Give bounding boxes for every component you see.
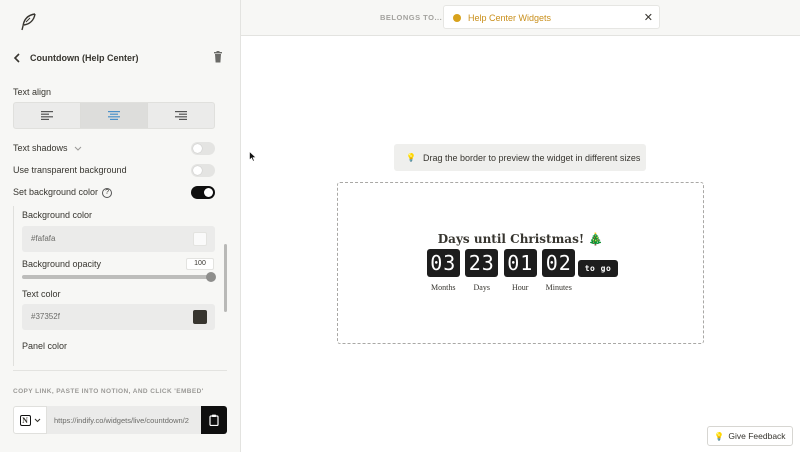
- clipboard-icon: [209, 414, 219, 426]
- toggle-knob: [193, 166, 202, 175]
- chevron-down-icon[interactable]: [74, 146, 82, 152]
- widget-preview[interactable]: Days until Christmas! 🎄 03 Months 23 Day…: [337, 182, 704, 344]
- countdown-digits: 01: [503, 249, 537, 277]
- notion-select-button[interactable]: N: [13, 406, 47, 434]
- sidebar: Countdown (Help Center) Text align Text …: [0, 0, 241, 452]
- countdown-digits: 23: [465, 249, 499, 277]
- text-color-hex: #37352f: [31, 312, 60, 321]
- countdown-unit: 23 Days: [463, 249, 502, 292]
- copy-button[interactable]: [201, 406, 227, 434]
- align-left-button[interactable]: [14, 103, 81, 128]
- set-bg-label: Set background color?: [13, 187, 113, 198]
- opacity-slider-thumb[interactable]: [206, 272, 216, 282]
- belongs-to-label: BELONGS TO...: [380, 13, 443, 22]
- chevron-down-icon: [34, 418, 40, 422]
- mouse-cursor-icon: [249, 151, 257, 162]
- feather-logo-icon[interactable]: [18, 12, 38, 32]
- text-color-label: Text color: [22, 289, 61, 299]
- give-feedback-label: Give Feedback: [728, 431, 786, 441]
- countdown-unit: 03 Months: [424, 249, 463, 292]
- countdown-digits: 03: [426, 249, 460, 277]
- align-left-icon: [41, 111, 53, 120]
- back-row: Countdown (Help Center): [13, 50, 227, 66]
- countdown-unit: 01 Hour: [501, 249, 540, 292]
- countdown-suffix: to go: [578, 260, 618, 277]
- align-right-icon: [175, 111, 187, 120]
- transparent-bg-label: Use transparent background: [13, 165, 127, 175]
- status-dot: [453, 14, 461, 22]
- lightbulb-icon: 💡: [406, 153, 416, 162]
- opacity-slider-track[interactable]: [22, 275, 214, 279]
- text-shadows-label: Text shadows: [13, 143, 82, 153]
- text-align-group: [13, 102, 215, 129]
- widget-title: Countdown (Help Center): [30, 53, 139, 63]
- preview-hint-text: Drag the border to preview the widget in…: [422, 152, 641, 163]
- embed-row: N https://indify.co/widgets/live/countdo…: [13, 406, 227, 434]
- trash-icon[interactable]: [213, 51, 223, 63]
- countdown-units: 03 Months 23 Days 01 Hour 02 Minutes: [424, 249, 578, 292]
- embed-url-input[interactable]: https://indify.co/widgets/live/countdown…: [47, 406, 201, 434]
- align-center-button[interactable]: [81, 103, 148, 128]
- opacity-value-input[interactable]: 100: [186, 258, 214, 270]
- set-bg-text: Set background color: [13, 187, 99, 197]
- countdown-unit-label: Minutes: [545, 283, 572, 292]
- countdown-title: Days until Christmas! 🎄: [437, 232, 604, 246]
- background-color-swatch[interactable]: [193, 232, 207, 246]
- belongs-to-select[interactable]: Help Center Widgets ✕: [443, 5, 660, 29]
- belongs-to-value: Help Center Widgets: [468, 13, 552, 23]
- chevron-left-icon[interactable]: [13, 51, 25, 65]
- text-shadows-text: Text shadows: [13, 143, 68, 153]
- background-color-label: Background color: [22, 210, 93, 220]
- text-align-label: Text align: [13, 87, 52, 97]
- align-center-icon: [108, 111, 120, 120]
- top-bar: BELONGS TO... Help Center Widgets ✕: [241, 0, 800, 36]
- countdown-unit-label: Months: [431, 283, 456, 292]
- align-right-button[interactable]: [148, 103, 214, 128]
- embed-instructions: COPY LINK, PASTE INTO NOTION, AND CLICK …: [13, 388, 204, 395]
- set-bg-toggle[interactable]: [191, 186, 215, 199]
- text-shadows-toggle[interactable]: [191, 142, 215, 155]
- sidebar-scrollbar[interactable]: [224, 244, 227, 312]
- toggle-knob: [193, 144, 202, 153]
- lightbulb-icon: 💡: [714, 431, 725, 441]
- countdown-unit-label: Days: [473, 283, 490, 292]
- divider: [13, 370, 227, 371]
- notion-icon: N: [19, 414, 31, 426]
- countdown-unit-label: Hour: [512, 283, 529, 292]
- help-icon[interactable]: ?: [102, 187, 113, 198]
- text-color-field[interactable]: #37352f: [22, 304, 215, 330]
- close-icon[interactable]: ✕: [644, 11, 653, 24]
- countdown-unit: 02 Minutes: [540, 249, 579, 292]
- toggle-knob: [204, 188, 213, 197]
- background-color-field[interactable]: #fafafa: [22, 226, 215, 252]
- preview-hint: 💡 Drag the border to preview the widget …: [394, 144, 646, 171]
- transparent-bg-toggle[interactable]: [191, 164, 215, 177]
- give-feedback-button[interactable]: 💡 Give Feedback: [707, 426, 793, 446]
- panel-color-label: Panel color: [22, 341, 68, 351]
- background-color-hex: #fafafa: [31, 234, 56, 243]
- countdown-digits: 02: [542, 249, 576, 277]
- background-opacity-label: Background opacity: [22, 259, 102, 269]
- text-color-swatch[interactable]: [193, 310, 207, 324]
